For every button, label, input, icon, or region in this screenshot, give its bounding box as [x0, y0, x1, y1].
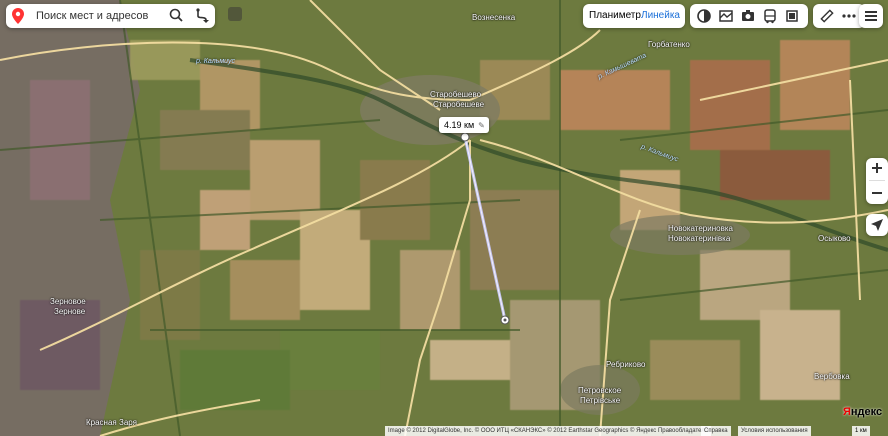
- place-label: Красная Заря: [86, 418, 137, 427]
- place-label: Вербовка: [814, 372, 850, 381]
- bus-icon[interactable]: [762, 8, 778, 24]
- map-tools-secondary: [813, 4, 865, 28]
- place-label: Горбатенко: [648, 40, 690, 49]
- place-label-sub: Зернове: [54, 307, 86, 316]
- place-label: Новокатериновка: [668, 224, 733, 233]
- place-label: Ребриково: [606, 360, 646, 369]
- traffic-icon[interactable]: [696, 8, 712, 24]
- print-icon[interactable]: [784, 8, 800, 24]
- zoom-out-icon[interactable]: [871, 187, 883, 199]
- ruler-distance: 4.19 км: [444, 120, 475, 130]
- place-label: Зерновое: [50, 297, 86, 306]
- zoom-in-icon[interactable]: [871, 162, 883, 174]
- ruler-distance-label[interactable]: 4.19 км ✎: [439, 117, 489, 133]
- hamburger-icon: [865, 11, 877, 21]
- ruler-start-handle[interactable]: [460, 132, 470, 142]
- panorama-icon[interactable]: [718, 8, 734, 24]
- place-label: Старобешево: [430, 90, 482, 99]
- place-label: Осыково: [818, 234, 851, 243]
- place-label-sub: Новокатеринівка: [668, 234, 731, 243]
- place-label-sub: Старобешеве: [433, 100, 485, 109]
- help-link[interactable]: Справка: [701, 426, 731, 436]
- more-icon[interactable]: [841, 8, 857, 24]
- map-pin-icon: [12, 8, 24, 24]
- camera-icon[interactable]: [740, 8, 756, 24]
- ruler-tab[interactable]: Линейка: [641, 10, 680, 21]
- planimeter-tab[interactable]: Планиметр: [589, 10, 641, 21]
- edit-pencil-icon[interactable]: ✎: [478, 121, 485, 130]
- geolocation-button[interactable]: [866, 214, 888, 236]
- menu-button[interactable]: [859, 4, 883, 28]
- place-label: Петровское: [578, 386, 622, 395]
- search-icon[interactable]: [169, 8, 183, 24]
- place-label: Вознесенка: [472, 13, 516, 22]
- zoom-control: [866, 158, 888, 204]
- location-arrow-icon: [871, 219, 883, 231]
- layer-switch: Планиметр Линейка: [583, 4, 685, 28]
- collapse-panel-button[interactable]: [228, 7, 242, 21]
- river-label: р. Кальмиус: [196, 58, 236, 65]
- yandex-logo[interactable]: Яндекс: [843, 406, 882, 418]
- map-tools: [690, 4, 808, 28]
- search-panel: Поиск мест и адресов: [6, 4, 215, 28]
- logo-rest: ндекс: [850, 406, 883, 418]
- terms-link[interactable]: Условия использования: [738, 426, 811, 436]
- copyright[interactable]: Image © 2012 DigitalGlobe, Inc. © ООО ИТ…: [385, 426, 712, 436]
- ruler-icon[interactable]: [819, 8, 835, 24]
- scale-bar: 1 км: [852, 426, 870, 436]
- route-icon[interactable]: [195, 8, 209, 24]
- search-input[interactable]: Поиск мест и адресов: [36, 10, 148, 22]
- satellite-map[interactable]: [0, 0, 888, 436]
- place-label-sub: Петрівське: [580, 396, 621, 405]
- logo-first-letter: Я: [843, 406, 851, 418]
